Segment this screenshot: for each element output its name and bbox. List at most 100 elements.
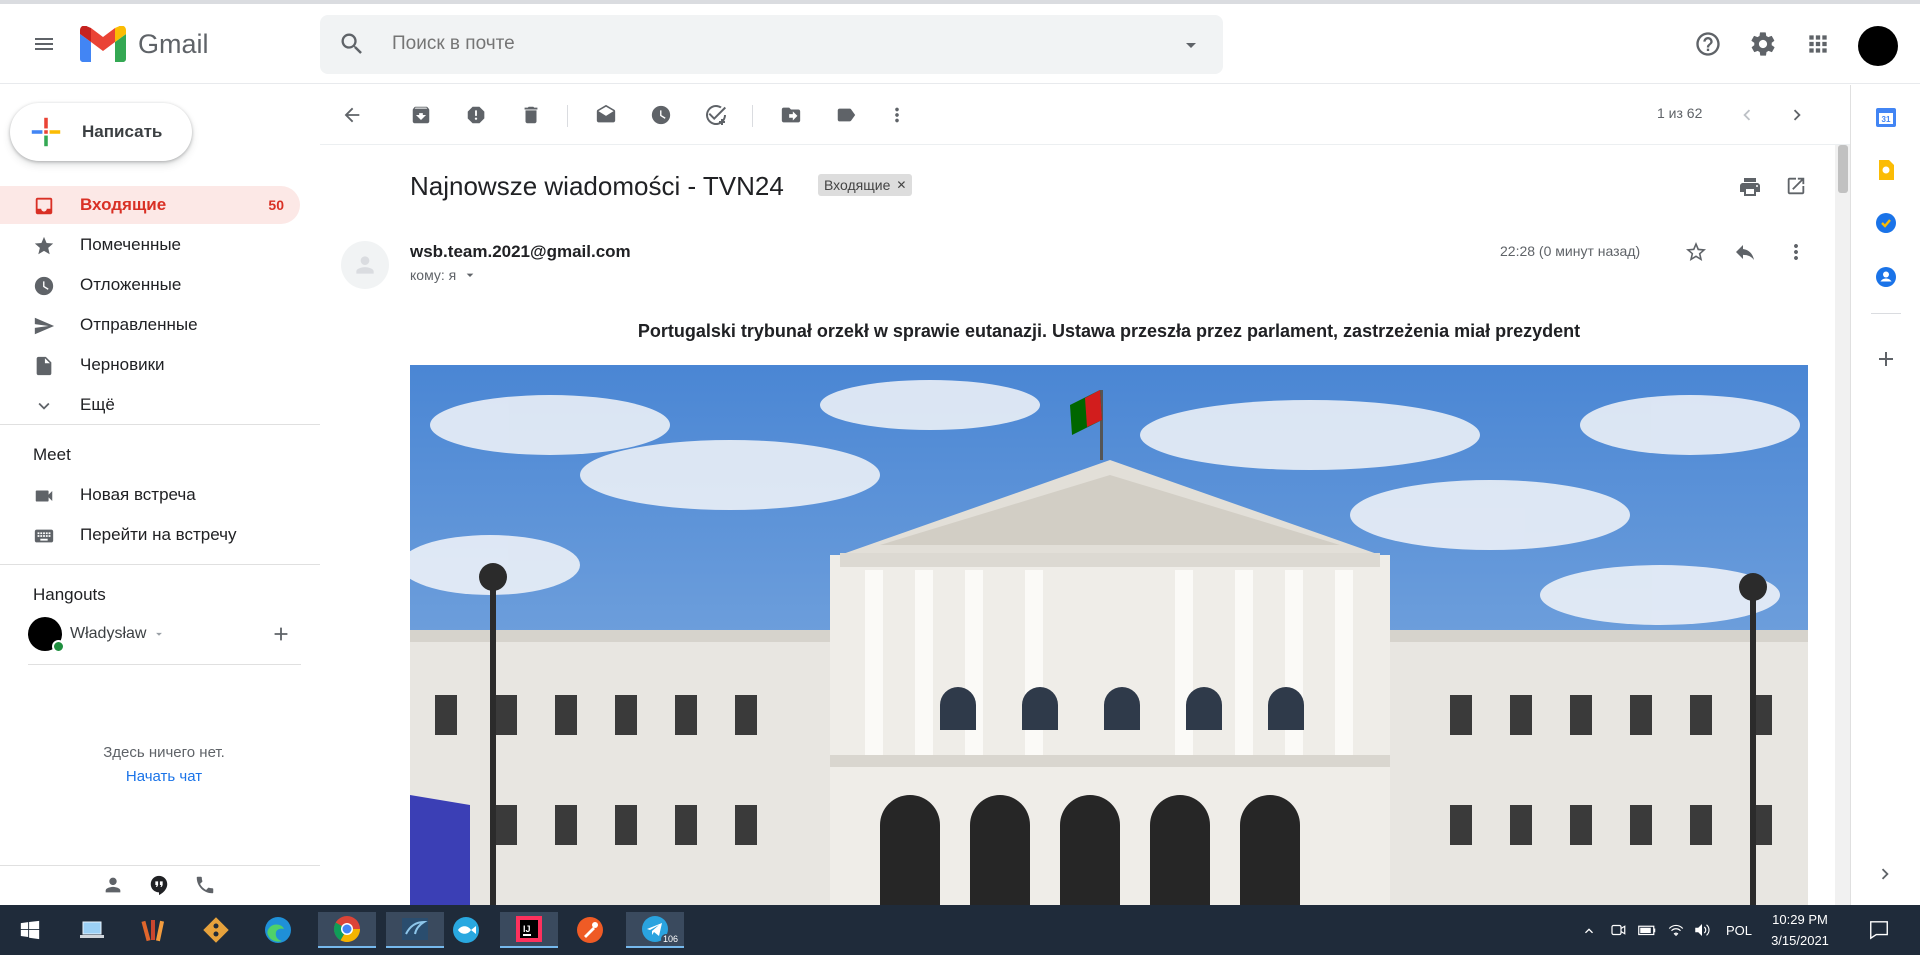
draft-icon [36,356,52,376]
back-button[interactable] [334,97,370,133]
svg-text:31: 31 [1882,115,1891,124]
taskbar-app-edge[interactable] [256,912,300,948]
notifications-icon[interactable] [1868,919,1890,941]
help-button[interactable] [1686,22,1730,66]
star-outline-icon[interactable] [1684,240,1708,264]
contacts-icon[interactable] [1874,265,1898,289]
mark-unread-button[interactable] [588,97,624,133]
windows-taskbar: IJ 106 POL 10:29 PM 3/15/2021 [0,905,1920,955]
scrollbar-thumb[interactable] [1838,145,1848,193]
more-actions-button[interactable] [879,97,915,133]
taskbar-app-fish[interactable] [444,912,488,948]
sidebar-item-more[interactable]: Ещё [0,386,300,424]
add-addon-plus-icon[interactable] [1874,347,1898,371]
phone-icon[interactable] [194,874,216,896]
volume-icon[interactable] [1693,921,1711,939]
hangouts-user[interactable]: Władysław [28,617,166,653]
apps-button[interactable] [1796,22,1840,66]
add-to-tasks-button[interactable] [698,97,734,133]
calendar-icon[interactable]: 31 [1874,105,1898,129]
more-vert-icon[interactable] [1784,240,1808,264]
unread-count-badge: 50 [268,197,284,213]
sender-avatar[interactable] [341,241,389,289]
open-in-new-window-icon[interactable] [1785,175,1807,197]
trash-icon [524,106,538,124]
search-options-caret-icon[interactable] [1179,33,1203,57]
help-icon [1696,32,1720,56]
compose-plus-icon [31,117,61,147]
account-avatar[interactable] [1858,26,1898,66]
search-input[interactable] [392,33,1092,55]
archive-button[interactable] [403,97,439,133]
taskbar-app-postman[interactable] [568,912,612,948]
chevron-down-icon [38,402,50,410]
taskbar-app-chrome[interactable] [318,912,376,948]
recipient-details-caret-icon[interactable] [462,267,478,283]
start-button[interactable] [8,912,52,948]
taskbar-clock[interactable]: 10:29 PM 3/15/2021 [1768,909,1832,951]
input-language-indicator[interactable]: POL [1726,923,1752,938]
scrollbar-track[interactable] [1835,145,1850,905]
new-chat-plus-icon[interactable] [270,623,292,645]
sidebar-item-sent[interactable]: Отправленные [0,306,300,344]
video-icon [35,490,53,502]
snooze-button[interactable] [643,97,679,133]
contacts-icon[interactable] [102,874,124,896]
print-icon[interactable] [1738,175,1762,199]
sidebar-item-drafts[interactable]: Черновики [0,346,300,384]
battery-icon[interactable] [1637,921,1657,939]
reply-icon[interactable] [1733,240,1757,264]
hangouts-user-avatar [28,617,65,653]
tray-expand-chevron-icon[interactable] [1581,923,1597,939]
sender-email[interactable]: wsb.team.2021@gmail.com [410,242,631,262]
labels-button[interactable] [828,97,864,133]
news-headline[interactable]: Portugalski trybunał orzekł w sprawie eu… [410,321,1808,342]
wifi-icon[interactable] [1667,921,1685,939]
sidebar-item-label: Входящие [80,195,167,214]
delete-button[interactable] [513,97,549,133]
report-spam-button[interactable] [458,97,494,133]
search-bar[interactable] [320,15,1223,74]
keep-icon[interactable] [1874,158,1898,182]
sidebar-item-label: Новая встреча [80,485,196,504]
gear-icon [1751,32,1775,56]
taskbar-app-laptop[interactable] [70,912,114,948]
taskbar-app-git[interactable] [194,912,238,948]
hangouts-chat-icon[interactable] [148,874,170,896]
sidebar-item-starred[interactable]: Помеченные [0,226,300,264]
recipient-line[interactable]: кому: я [410,267,478,283]
move-to-button[interactable] [773,97,809,133]
gmail-logo[interactable]: Gmail [80,26,209,62]
taskbar-app-mysql-workbench[interactable] [386,912,444,948]
older-button[interactable] [1779,97,1815,133]
inbox-label-chip[interactable]: Входящие ✕ [818,174,913,196]
sidebar-item-label: Ещё [80,395,115,414]
archive-icon [412,106,430,124]
settings-button[interactable] [1741,22,1785,66]
main-menu-button[interactable] [20,20,68,68]
side-panel-rail: 31 [1850,85,1920,905]
taskbar-app-books[interactable] [132,912,176,948]
parliament-building-image [410,365,1808,905]
sidebar-item-snoozed[interactable]: Отложенные [0,266,300,304]
dolphin-database-icon [402,918,428,940]
windows-logo-icon [20,920,40,940]
meet-now-icon[interactable] [1609,921,1627,939]
news-photo-parliament[interactable] [410,365,1808,905]
sidebar-item-label: Отправленные [80,315,198,334]
meet-join-meeting[interactable]: Перейти на встречу [0,516,300,554]
inbox-icon [35,197,53,215]
compose-button[interactable]: Написать [10,103,192,161]
hangouts-empty-text: Здесь ничего нет. [103,744,225,761]
books-icon [141,920,165,942]
tasks-icon[interactable] [1874,211,1898,235]
start-chat-link[interactable]: Начать чат [0,768,328,785]
meet-new-meeting[interactable]: Новая встреча [0,476,300,514]
remove-label-icon[interactable]: ✕ [896,178,906,192]
newer-button[interactable] [1729,97,1765,133]
search-icon[interactable] [338,30,366,58]
taskbar-app-telegram[interactable]: 106 [626,912,684,948]
chevron-right-icon[interactable] [1874,863,1896,885]
sidebar-item-inbox[interactable]: Входящие 50 [0,186,300,224]
taskbar-app-intellij[interactable]: IJ [500,912,558,948]
